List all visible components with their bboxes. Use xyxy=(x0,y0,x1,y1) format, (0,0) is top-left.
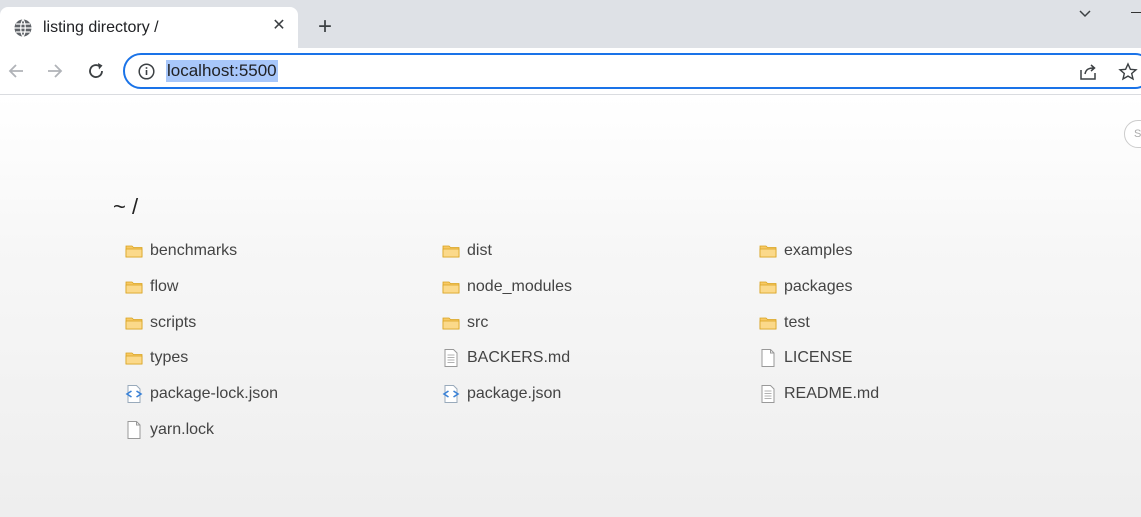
file-entry[interactable]: test xyxy=(758,312,810,334)
file-name[interactable]: examples xyxy=(784,242,852,260)
file-entry[interactable]: package.json xyxy=(441,383,561,405)
file-name[interactable]: dist xyxy=(467,242,492,260)
folder-icon xyxy=(441,241,461,261)
file-name[interactable]: BACKERS.md xyxy=(467,349,570,367)
text-file-icon xyxy=(441,348,461,368)
share-icon[interactable] xyxy=(1078,62,1098,82)
file-entry[interactable]: packages xyxy=(758,276,853,298)
file-entry[interactable]: package-lock.json xyxy=(124,383,278,405)
chevron-down-icon[interactable] xyxy=(1075,5,1095,23)
bookmark-star-icon[interactable] xyxy=(1118,62,1138,82)
tab-close-icon[interactable]: ✕ xyxy=(270,16,288,36)
toolbar: localhost:5500 xyxy=(0,48,1141,95)
folder-icon xyxy=(441,313,461,333)
folder-icon xyxy=(758,277,778,297)
folder-icon xyxy=(124,277,144,297)
folder-icon xyxy=(124,313,144,333)
file-entry[interactable]: benchmarks xyxy=(124,240,237,262)
file-name[interactable]: benchmarks xyxy=(150,242,237,260)
page-content: S ~ / benchmarks dist examples flow node_mod… xyxy=(0,96,1141,517)
address-bar[interactable]: localhost:5500 xyxy=(123,53,1141,89)
folder-icon xyxy=(758,313,778,333)
folder-icon xyxy=(441,277,461,297)
tab-title: listing directory / xyxy=(43,19,159,36)
file-name[interactable]: package.json xyxy=(467,385,561,403)
text-file-icon xyxy=(758,384,778,404)
file-name[interactable]: test xyxy=(784,314,810,332)
file-entry[interactable]: dist xyxy=(441,240,492,262)
new-tab-button[interactable]: + xyxy=(313,15,337,40)
minimize-button[interactable] xyxy=(1131,12,1141,13)
file-name[interactable]: types xyxy=(150,349,188,367)
globe-icon xyxy=(14,19,32,37)
file-name[interactable]: packages xyxy=(784,278,853,296)
file-entry[interactable]: examples xyxy=(758,240,852,262)
file-icon xyxy=(124,420,144,440)
folder-icon xyxy=(758,241,778,261)
file-entry[interactable]: scripts xyxy=(124,312,196,334)
file-entry[interactable]: README.md xyxy=(758,383,879,405)
forward-arrow-icon[interactable] xyxy=(44,60,66,82)
file-entry[interactable]: flow xyxy=(124,276,178,298)
file-name[interactable]: src xyxy=(467,314,488,332)
file-entry[interactable]: yarn.lock xyxy=(124,419,214,441)
file-name[interactable]: flow xyxy=(150,278,178,296)
file-name[interactable]: scripts xyxy=(150,314,196,332)
file-entry[interactable]: types xyxy=(124,347,188,369)
active-tab[interactable]: listing directory / ✕ xyxy=(0,7,298,48)
file-entry[interactable]: src xyxy=(441,312,488,334)
file-name[interactable]: README.md xyxy=(784,385,879,403)
file-name[interactable]: yarn.lock xyxy=(150,421,214,439)
file-entry[interactable]: BACKERS.md xyxy=(441,347,570,369)
code-file-icon xyxy=(441,384,461,404)
back-arrow-icon[interactable] xyxy=(5,60,27,82)
file-name[interactable]: package-lock.json xyxy=(150,385,278,403)
file-icon xyxy=(758,348,778,368)
directory-heading: ~ / xyxy=(113,194,139,219)
side-badge[interactable]: S xyxy=(1124,120,1141,148)
reload-icon[interactable] xyxy=(85,60,107,82)
file-name[interactable]: LICENSE xyxy=(784,349,852,367)
url-text[interactable]: localhost:5500 xyxy=(166,60,278,82)
tab-strip: listing directory / ✕ + xyxy=(0,0,1141,48)
folder-icon xyxy=(124,348,144,368)
code-file-icon xyxy=(124,384,144,404)
file-name[interactable]: node_modules xyxy=(467,278,572,296)
folder-icon xyxy=(124,241,144,261)
info-icon[interactable] xyxy=(138,63,155,80)
file-entry[interactable]: LICENSE xyxy=(758,347,852,369)
file-entry[interactable]: node_modules xyxy=(441,276,572,298)
